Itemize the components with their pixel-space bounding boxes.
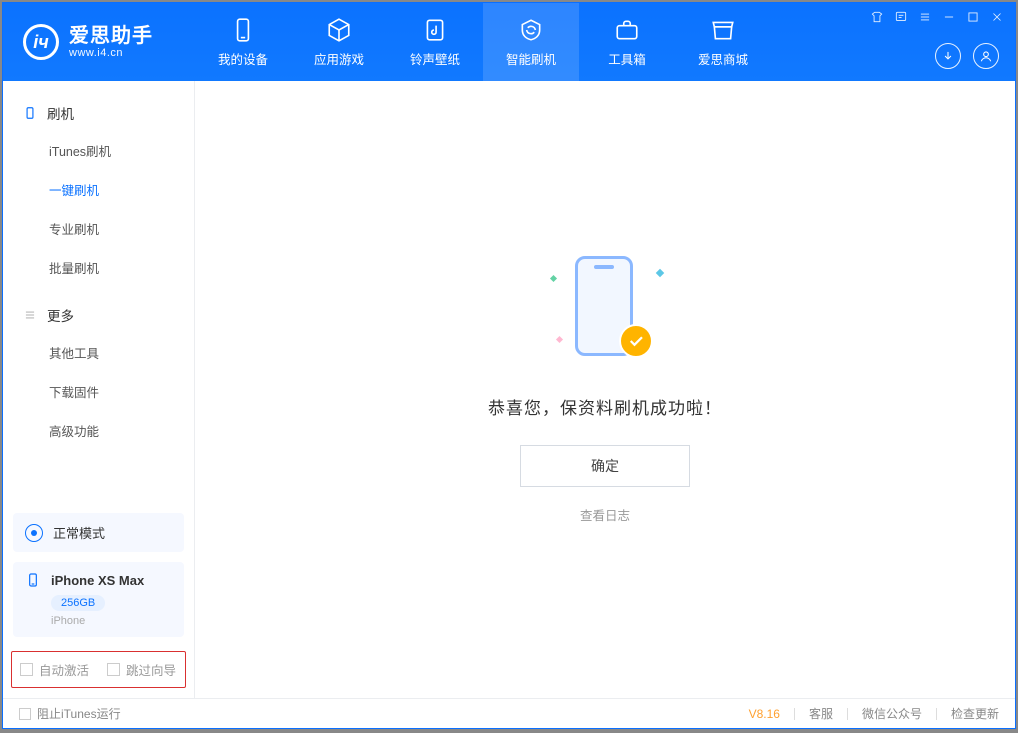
briefcase-icon	[614, 17, 640, 43]
refresh-shield-icon	[518, 17, 544, 43]
nav-tabs: 我的设备 应用游戏 铃声壁纸 智能刷机 工具箱 爱思商城	[195, 3, 771, 81]
header-user-area	[935, 43, 999, 69]
tab-apps-games[interactable]: 应用游戏	[291, 3, 387, 81]
download-button[interactable]	[935, 43, 961, 69]
phone-icon	[230, 17, 256, 43]
device-name: iPhone XS Max	[51, 573, 144, 588]
checkbox-label: 自动激活	[39, 660, 89, 679]
separator	[847, 708, 848, 720]
checkbox-icon	[107, 663, 120, 676]
window-controls	[869, 9, 1005, 25]
version-label: V8.16	[749, 707, 780, 721]
app-name: 爱思助手	[69, 25, 153, 47]
close-icon[interactable]	[989, 9, 1005, 25]
device-box[interactable]: iPhone XS Max 256GB iPhone	[13, 562, 184, 637]
menu-icon[interactable]	[917, 9, 933, 25]
sidebar-item-pro-flash[interactable]: 专业刷机	[3, 209, 194, 248]
cube-icon	[326, 17, 352, 43]
confirm-button[interactable]: 确定	[520, 445, 690, 487]
checkbox-label: 跳过向导	[126, 660, 176, 679]
check-badge-icon	[619, 324, 653, 358]
status-bar: 阻止iTunes运行 V8.16 客服 微信公众号 检查更新	[3, 698, 1015, 728]
checkbox-auto-activate[interactable]: 自动激活	[20, 660, 89, 679]
device-icon	[23, 106, 37, 120]
tab-label: 铃声壁纸	[410, 49, 460, 68]
success-message: 恭喜您，保资料刷机成功啦！	[488, 394, 722, 419]
device-capacity: 256GB	[51, 595, 105, 611]
sidebar-item-other-tools[interactable]: 其他工具	[3, 333, 194, 372]
app-window: iч 爱思助手 www.i4.cn 我的设备 应用游戏 铃声壁纸 智能刷机	[2, 2, 1016, 729]
tab-label: 我的设备	[218, 49, 268, 68]
sidebar-item-itunes-flash[interactable]: iTunes刷机	[3, 131, 194, 170]
group-label: 更多	[47, 305, 74, 325]
checkbox-skip-wizard[interactable]: 跳过向导	[107, 660, 176, 679]
tab-my-device[interactable]: 我的设备	[195, 3, 291, 81]
mode-icon	[25, 524, 43, 542]
sidebar-group-more: 更多	[3, 297, 194, 333]
spark-icon	[656, 268, 664, 276]
main-area: 恭喜您，保资料刷机成功啦！ 确定 查看日志	[195, 81, 1015, 698]
spark-icon	[556, 335, 563, 342]
music-file-icon	[422, 17, 448, 43]
sidebar-item-onekey-flash[interactable]: 一键刷机	[3, 170, 194, 209]
device-type: iPhone	[51, 615, 172, 627]
sidebar-item-batch-flash[interactable]: 批量刷机	[3, 248, 194, 287]
logo-area[interactable]: iч 爱思助手 www.i4.cn	[3, 3, 195, 81]
success-illustration	[545, 256, 665, 366]
checkbox-icon	[20, 663, 33, 676]
logo-text: 爱思助手 www.i4.cn	[69, 25, 153, 59]
feedback-icon[interactable]	[893, 9, 909, 25]
tab-toolbox[interactable]: 工具箱	[579, 3, 675, 81]
separator	[794, 708, 795, 720]
maximize-icon[interactable]	[965, 9, 981, 25]
sidebar-item-advanced[interactable]: 高级功能	[3, 411, 194, 450]
spark-icon	[550, 274, 557, 281]
tab-store[interactable]: 爱思商城	[675, 3, 771, 81]
user-button[interactable]	[973, 43, 999, 69]
header: iч 爱思助手 www.i4.cn 我的设备 应用游戏 铃声壁纸 智能刷机	[3, 3, 1015, 81]
sidebar-bottom: 正常模式 iPhone XS Max 256GB iPhone	[3, 513, 194, 651]
tab-label: 爱思商城	[698, 49, 748, 68]
separator	[936, 708, 937, 720]
shop-icon	[710, 17, 736, 43]
tshirt-icon[interactable]	[869, 9, 885, 25]
wechat-link[interactable]: 微信公众号	[862, 705, 922, 722]
mode-box[interactable]: 正常模式	[13, 513, 184, 552]
checkbox-label: 阻止iTunes运行	[37, 705, 121, 722]
support-link[interactable]: 客服	[809, 705, 833, 722]
phone-icon	[25, 572, 41, 588]
status-right: V8.16 客服 微信公众号 检查更新	[749, 705, 999, 722]
tab-ringtone-wallpaper[interactable]: 铃声壁纸	[387, 3, 483, 81]
sidebar-scroll: 刷机 iTunes刷机 一键刷机 专业刷机 批量刷机 更多 其他工具 下载固件 …	[3, 81, 194, 513]
sidebar: 刷机 iTunes刷机 一键刷机 专业刷机 批量刷机 更多 其他工具 下载固件 …	[3, 81, 195, 698]
list-icon	[23, 308, 37, 322]
app-url: www.i4.cn	[69, 47, 153, 59]
minimize-icon[interactable]	[941, 9, 957, 25]
tab-label: 智能刷机	[506, 49, 556, 68]
sidebar-group-flash: 刷机	[3, 95, 194, 131]
view-log-link[interactable]: 查看日志	[580, 505, 630, 524]
mode-label: 正常模式	[53, 523, 105, 542]
highlighted-options: 自动激活 跳过向导	[11, 651, 186, 688]
tab-smart-flash[interactable]: 智能刷机	[483, 3, 579, 81]
tab-label: 工具箱	[608, 49, 646, 68]
tab-label: 应用游戏	[314, 49, 364, 68]
sidebar-item-download-firmware[interactable]: 下载固件	[3, 372, 194, 411]
checkbox-icon	[19, 708, 31, 720]
checkbox-block-itunes[interactable]: 阻止iTunes运行	[19, 705, 121, 722]
check-update-link[interactable]: 检查更新	[951, 705, 999, 722]
logo-icon: iч	[23, 24, 59, 60]
body: 刷机 iTunes刷机 一键刷机 专业刷机 批量刷机 更多 其他工具 下载固件 …	[3, 81, 1015, 698]
group-label: 刷机	[47, 103, 74, 123]
